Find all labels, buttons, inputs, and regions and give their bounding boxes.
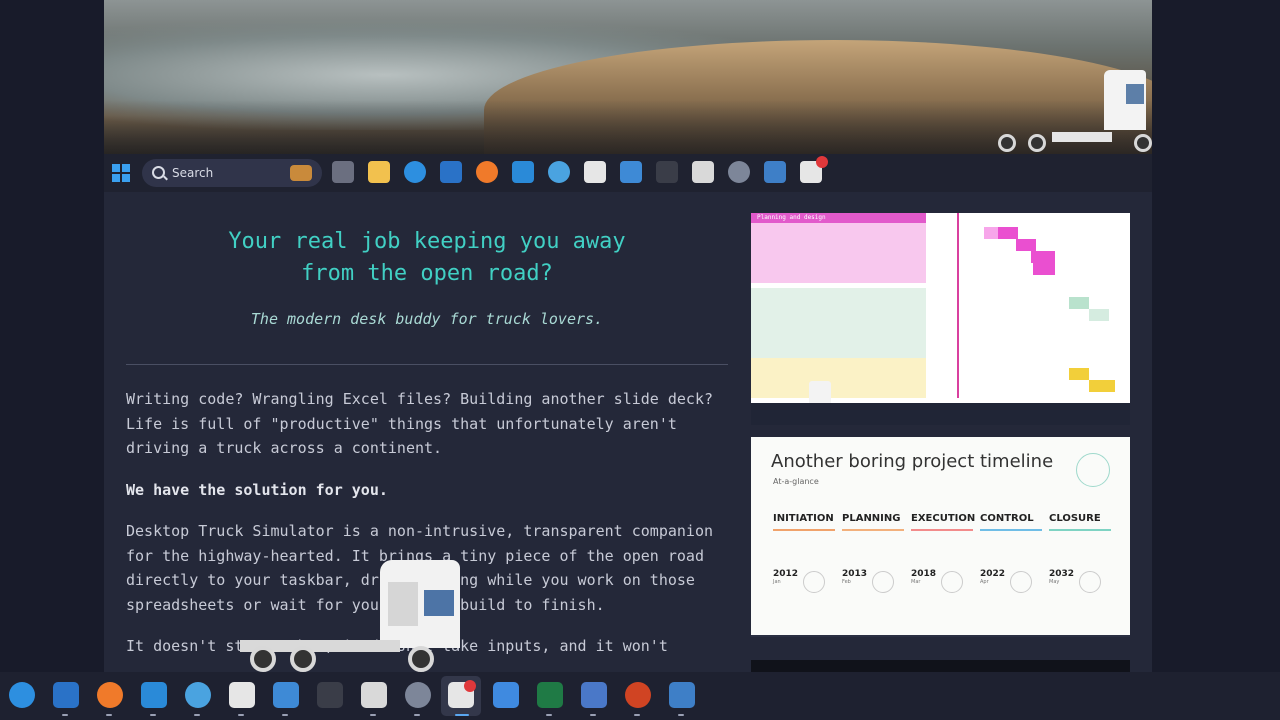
truck-cab (380, 560, 460, 648)
screenshot-taskbar (751, 635, 1130, 637)
hero-taskbar-preview: Search (104, 154, 1152, 192)
excel-icon[interactable] (537, 682, 563, 708)
timeline-slide-screenshot: Another boring project timeline At-a-gla… (751, 437, 1130, 637)
file-explorer-icon (368, 161, 390, 183)
truck-window (424, 590, 454, 616)
phase-icon (1010, 571, 1032, 593)
outlook-icon (440, 161, 462, 183)
today-marker (957, 213, 959, 398)
tuba-icon[interactable] (185, 682, 211, 708)
phase-icon (803, 571, 825, 593)
search-icon (152, 166, 165, 179)
outlook-icon[interactable] (53, 682, 79, 708)
settings-icon[interactable] (405, 682, 431, 708)
network-icon (764, 161, 786, 183)
paint-icon[interactable] (493, 682, 519, 708)
notification-badge (816, 156, 828, 168)
terminal-icon[interactable] (317, 682, 343, 708)
truck-wheel (998, 134, 1016, 152)
image-viewer-icon (620, 161, 642, 183)
truck-wheel (290, 646, 316, 672)
divider (126, 364, 728, 365)
hero-image (104, 0, 1152, 154)
taskbar-search-box: Search (142, 159, 322, 187)
truck-wheel (1028, 134, 1046, 152)
intro-paragraph: Writing code? Wrangling Excel files? Bui… (126, 390, 713, 457)
snipping-tool-icon[interactable] (361, 682, 387, 708)
tagline: The modern desk buddy for truck lovers. (250, 310, 604, 328)
truck-wheel (408, 646, 434, 672)
active-indicator (455, 714, 469, 716)
powerpoint-icon[interactable] (625, 682, 651, 708)
vscode-icon (512, 161, 534, 183)
firefox-icon[interactable] (97, 682, 123, 708)
notification-badge (464, 680, 476, 692)
snipping-tool-icon (692, 161, 714, 183)
terminal-icon (656, 161, 678, 183)
desktop-truck[interactable] (230, 560, 470, 672)
search-highlight-icon (290, 165, 312, 181)
discord-icon[interactable] (581, 682, 607, 708)
slide-title: Another boring project timeline (771, 451, 1054, 472)
solution-statement: We have the solution for you. (126, 480, 388, 499)
spreadsheet-screenshot: Planning and design (751, 213, 1130, 425)
phase-icon (872, 571, 894, 593)
page-heading: Your real job keeping you away from the … (228, 229, 626, 286)
truck-wheel (1134, 134, 1152, 152)
vscode-icon[interactable] (141, 682, 167, 708)
phase-column: INITIATION 2012 Jan (773, 513, 835, 593)
firefox-icon (476, 161, 498, 183)
slide-logo-icon (1076, 453, 1110, 487)
editor-screenshot-strip (751, 660, 1130, 672)
tootle-icon[interactable] (229, 682, 255, 708)
hero-truck-illustration (992, 64, 1152, 154)
phase-column: CONTROL 2022 Apr (980, 513, 1042, 593)
edge-icon[interactable] (9, 682, 35, 708)
phase-column: CLOSURE 2032 May (1049, 513, 1111, 593)
screenshot-taskbar (751, 403, 1130, 425)
network-icon[interactable] (669, 682, 695, 708)
tootle-icon (584, 161, 606, 183)
phase-icon (1079, 571, 1101, 593)
edge-icon (404, 161, 426, 183)
truck-wheel (250, 646, 276, 672)
windows-start-icon (112, 164, 130, 182)
phase-column: PLANNING 2013 Feb (842, 513, 904, 593)
phase-icon (941, 571, 963, 593)
phase-column: EXECUTION 2018 Mar (911, 513, 975, 593)
slide-subtitle: At-a-glance (773, 477, 819, 486)
settings-icon (728, 161, 750, 183)
task-view-icon (332, 161, 354, 183)
system-taskbar (0, 672, 1280, 720)
tuba-icon (548, 161, 570, 183)
image-viewer-icon[interactable] (273, 682, 299, 708)
section-label: Planning and design (751, 213, 926, 223)
